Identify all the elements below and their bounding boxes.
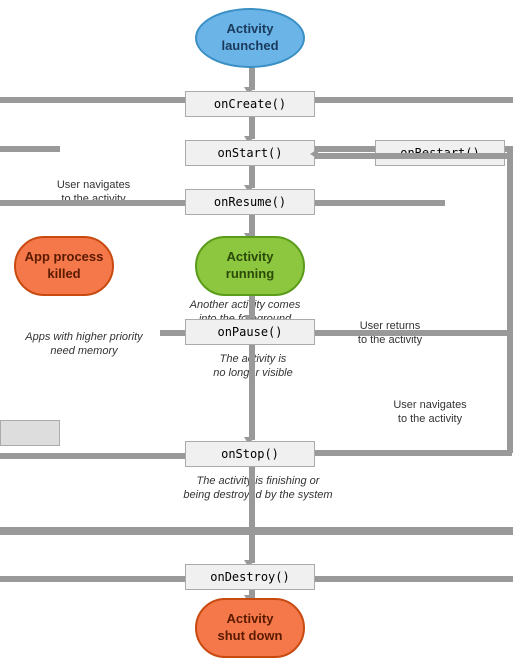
bar-left-onresume	[0, 200, 185, 206]
arrowhead-onrestart	[310, 149, 318, 159]
bar-right-ondestroy	[315, 576, 513, 582]
right-side-bar-tall	[507, 153, 513, 453]
arrow-divider-to-ondestroy	[249, 535, 255, 563]
bar-right-onpause	[315, 330, 513, 336]
bar-right-onstop	[315, 450, 512, 456]
activity-running-label: Activity running	[226, 249, 274, 283]
bar-left-onstart	[0, 146, 60, 152]
bar-right-onresume	[315, 200, 445, 206]
separator-bar	[0, 527, 513, 535]
onstart-box: onStart()	[185, 140, 315, 166]
onstop-box: onStop()	[185, 441, 315, 467]
activity-launched-node: Activity launched	[195, 8, 305, 68]
onresume-box: onResume()	[185, 189, 315, 215]
apps-higher-priority-label: Apps with higher priority need memory	[4, 330, 164, 359]
arrow-onstop-divider	[249, 467, 255, 527]
finishing-label: The activity is finishing or being destr…	[148, 474, 368, 503]
activity-launched-label: Activity launched	[221, 21, 278, 55]
activity-lifecycle-diagram: Activity launched onCreate() onStart() o…	[0, 0, 513, 663]
ondestroy-label: onDestroy()	[210, 570, 289, 584]
bar-left-ondestroy	[0, 576, 185, 582]
activity-shutdown-node: Activity shut down	[195, 598, 305, 658]
bar-left-oncreate	[0, 97, 185, 103]
bar-left-onstop	[0, 453, 185, 459]
activity-shutdown-label: Activity shut down	[218, 611, 283, 645]
app-process-killed-label: App process killed	[25, 249, 104, 283]
onstart-label: onStart()	[217, 146, 282, 160]
user-navigates2-label: User navigates to the activity	[355, 398, 505, 427]
onpause-label: onPause()	[217, 325, 282, 339]
onstop-label: onStop()	[221, 447, 279, 461]
ondestroy-box: onDestroy()	[185, 564, 315, 590]
left-gray-box-onstop	[0, 420, 60, 446]
arrow-onpause-to-onstop	[249, 345, 255, 440]
bar-to-onrestart	[375, 153, 507, 159]
onresume-label: onResume()	[214, 195, 286, 209]
activity-running-node: Activity running	[195, 236, 305, 296]
oncreate-box: onCreate()	[185, 91, 315, 117]
app-process-killed-node: App process killed	[14, 236, 114, 296]
bar-left-onpause	[160, 330, 185, 336]
onpause-box: onPause()	[185, 319, 315, 345]
bar-onrestart-to-onstart	[315, 153, 375, 159]
oncreate-label: onCreate()	[214, 97, 286, 111]
bar-right-oncreate	[315, 97, 513, 103]
